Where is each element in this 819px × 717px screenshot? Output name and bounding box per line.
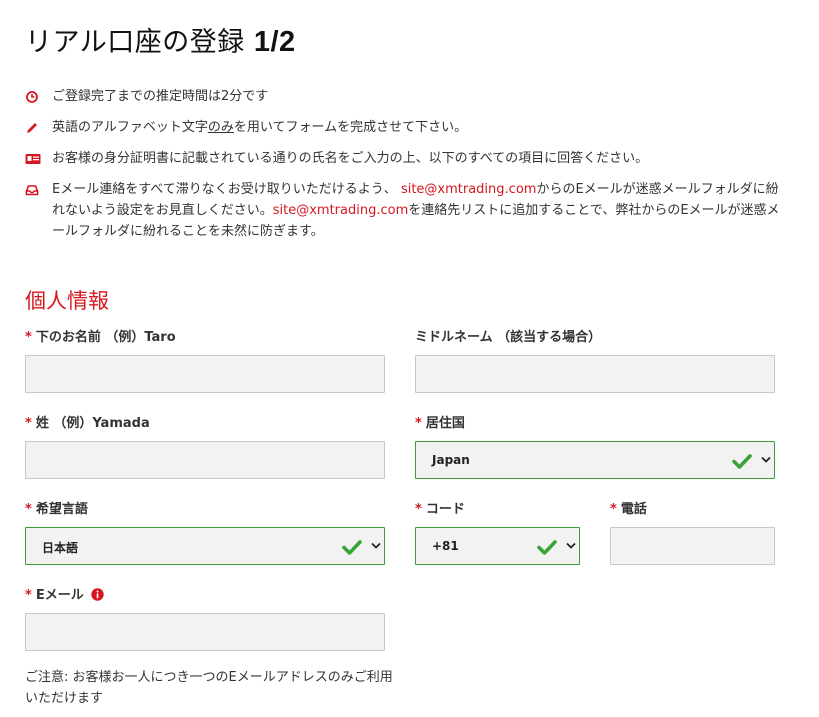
code-label: * コード (415, 498, 465, 517)
email-link-2[interactable]: site@xmtrading.com (273, 203, 409, 218)
required-mark: * (25, 330, 32, 345)
info-icon[interactable] (91, 588, 104, 601)
note-email: Eメール連絡をすべて滞りなくお受け取りいただけるよう、 site@xmtradi… (25, 179, 785, 242)
page-step: 1/2 (253, 26, 296, 58)
country-label-text: 居住国 (425, 416, 465, 431)
note-email-text-1: Eメール連絡をすべて滞りなくお受け取りいただけるよう、 (52, 182, 397, 197)
checkmark-icon (732, 454, 752, 469)
email-input[interactable] (25, 613, 385, 651)
language-label: * 希望言語 (25, 498, 88, 517)
required-mark: * (415, 502, 422, 517)
checkmark-icon (537, 540, 557, 555)
email-label: * Eメール (25, 584, 104, 603)
email-link-1[interactable]: site@xmtrading.com (401, 182, 537, 197)
required-mark: * (415, 416, 422, 431)
middle-name-label: ミドルネーム （該当する場合） (415, 326, 601, 345)
note-alphabet: 英語のアルファベット文字のみを用いてフォームを完成させて下さい。 (25, 117, 785, 138)
note-alphabet-post: を用いてフォームを完成させて下さい。 (233, 120, 468, 135)
code-select-value: +81 (432, 539, 459, 553)
checkmark-icon (342, 540, 362, 555)
last-name-label-text: 姓 （例）Yamada (35, 416, 150, 431)
middle-name-label-text: ミドルネーム （該当する場合） (415, 330, 602, 345)
first-name-label-text: 下のお名前 （例）Taro (35, 330, 176, 345)
last-name-label: * 姓 （例）Yamada (25, 412, 150, 431)
language-label-text: 希望言語 (35, 502, 88, 517)
note-alphabet-pre: 英語のアルファベット文字 (52, 120, 208, 135)
note-time-text: ご登録完了までの推定時間は2分です (52, 89, 269, 104)
section-title-personal-info: 個人情報 (25, 289, 109, 313)
country-select-value: Japan (432, 453, 470, 467)
country-select[interactable]: Japan (415, 441, 775, 479)
required-mark: * (25, 588, 32, 603)
page-title-text: リアル口座の登録 (25, 27, 254, 58)
note-time: ご登録完了までの推定時間は2分です (25, 86, 785, 107)
country-label: * 居住国 (415, 412, 465, 431)
middle-name-input[interactable] (415, 355, 775, 393)
first-name-label: * 下のお名前 （例）Taro (25, 326, 176, 345)
chevron-down-icon (371, 542, 381, 549)
note-alphabet-only: のみ (207, 120, 234, 135)
chevron-down-icon (566, 542, 576, 549)
code-label-text: コード (425, 502, 465, 517)
email-notice: ご注意: お客様お一人につき一つのEメールアドレスのみご利用いただけます (25, 670, 393, 706)
note-id-doc: お客様の身分証明書に記載されている通りの氏名をご入力の上、以下のすべての項目に回… (25, 148, 785, 169)
phone-label: * 電話 (610, 498, 647, 517)
language-select[interactable]: 日本語 (25, 527, 385, 565)
email-label-text: Eメール (35, 588, 84, 603)
phone-input[interactable] (610, 527, 775, 565)
note-id-doc-text: お客様の身分証明書に記載されている通りの氏名をご入力の上、以下のすべての項目に回… (52, 151, 649, 166)
chevron-down-icon (761, 456, 771, 463)
language-select-value: 日本語 (42, 541, 79, 555)
first-name-input[interactable] (25, 355, 385, 393)
required-mark: * (25, 416, 32, 431)
page-title: リアル口座の登録 1/2 (25, 20, 296, 59)
clock-icon (26, 91, 38, 103)
required-mark: * (610, 502, 617, 517)
phone-label-text: 電話 (620, 502, 647, 517)
inbox-icon (25, 185, 39, 196)
pencil-icon (27, 123, 37, 133)
last-name-input[interactable] (25, 441, 385, 479)
info-notes: ご登録完了までの推定時間は2分です 英語のアルファベット文字のみを用いてフォーム… (25, 86, 785, 252)
id-card-icon (25, 154, 41, 164)
code-select[interactable]: +81 (415, 527, 580, 565)
required-mark: * (25, 502, 32, 517)
